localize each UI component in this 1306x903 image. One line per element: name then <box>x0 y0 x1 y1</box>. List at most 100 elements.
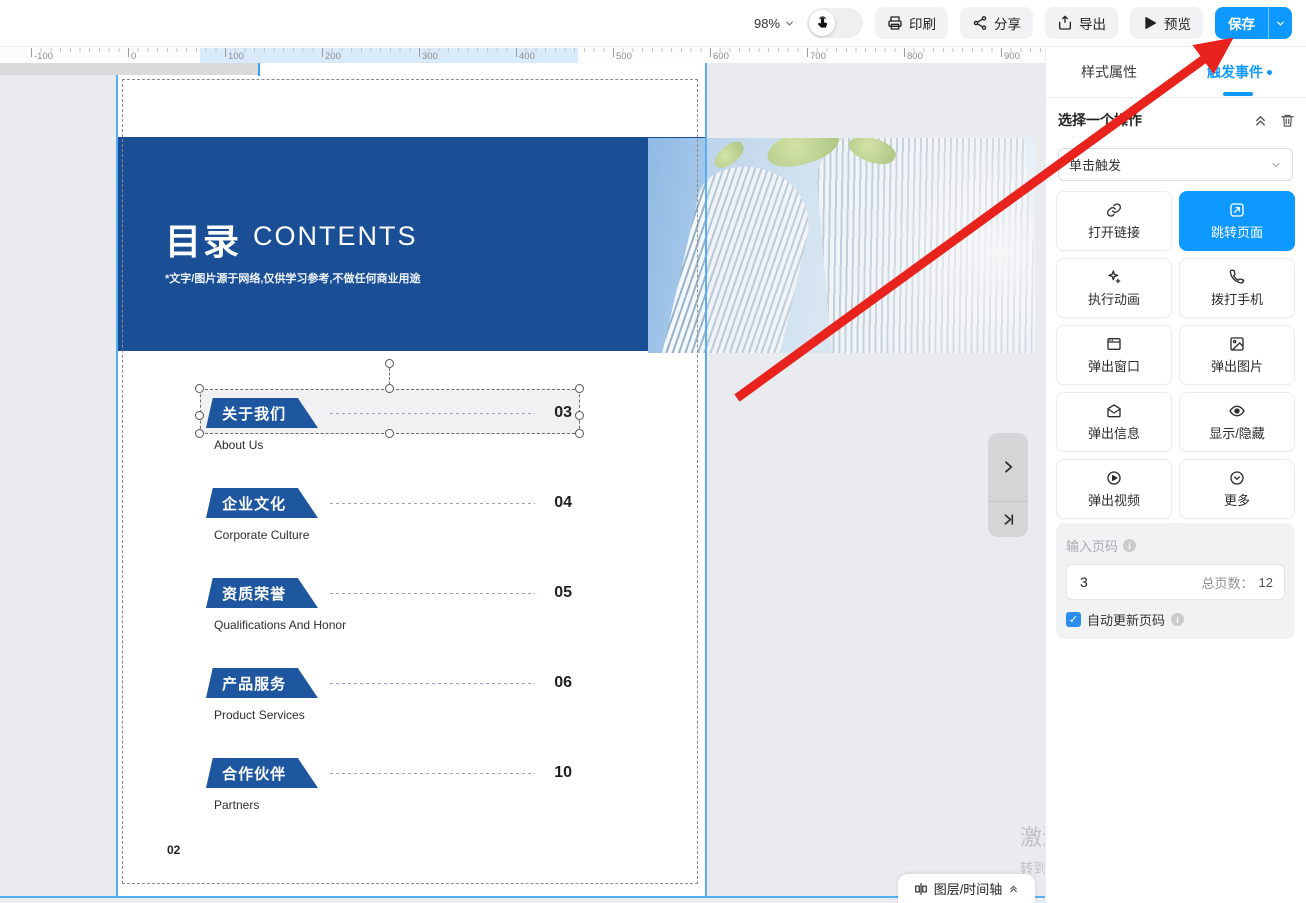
rotation-handle[interactable] <box>385 359 394 368</box>
toc-leader-line <box>330 503 535 504</box>
layers-timeline-label: 图层/时间轴 <box>934 879 1003 898</box>
toc-row[interactable]: 资质荣誉05Qualifications And Honor <box>200 578 580 623</box>
action-eye[interactable]: 显示/隐藏 <box>1179 392 1295 452</box>
horizontal-scrollbar-thumb[interactable] <box>0 63 258 75</box>
toc-leader-line <box>330 413 535 414</box>
toolbar-button-label: 分享 <box>994 13 1021 33</box>
right-panel: 样式属性 触发事件 选择一个操作 单击触发 打开链接跳转页面执行动画拨打手机弹出窗… <box>1045 48 1306 903</box>
resize-handle[interactable] <box>385 429 394 438</box>
toc-page-number: 10 <box>554 764 572 782</box>
zoom-level: 98% <box>754 16 780 31</box>
divider <box>1046 97 1306 98</box>
action-image[interactable]: 弹出图片 <box>1179 325 1295 385</box>
slide-guide-right <box>705 63 707 897</box>
sparkle-icon <box>1106 269 1122 285</box>
action-video[interactable]: 弹出视频 <box>1056 459 1172 519</box>
toc-page-number: 03 <box>554 404 572 422</box>
toolbar-button-label: 导出 <box>1079 13 1106 33</box>
action-link[interactable]: 打开链接 <box>1056 191 1172 251</box>
ruler-tick-label: 300 <box>422 51 438 62</box>
ruler-tick-label: -100 <box>34 51 53 62</box>
delete-trigger-button[interactable] <box>1280 113 1295 128</box>
ruler-major-tick <box>516 48 517 57</box>
action-phone[interactable]: 拨打手机 <box>1179 258 1295 318</box>
trash-icon <box>1280 113 1295 128</box>
export-button[interactable]: 导出 <box>1045 7 1118 39</box>
phone-icon <box>1229 269 1245 285</box>
last-page-button[interactable] <box>988 502 1028 537</box>
layers-timeline-bar[interactable]: 图层/时间轴 <box>898 874 1035 903</box>
top-toolbar: 98% 印刷 分享 导出 预览 保存 <box>0 0 1306 47</box>
ruler-major-tick <box>1001 48 1002 57</box>
page-nav-control <box>988 433 1028 537</box>
tab-trigger-events[interactable]: 触发事件 <box>1207 62 1272 82</box>
zoom-select[interactable]: 98% <box>754 16 795 31</box>
resize-handle[interactable] <box>575 411 584 420</box>
ruler-tick-label: 0 <box>131 51 136 62</box>
printer-button[interactable]: 印刷 <box>875 7 948 39</box>
more-icon <box>1229 470 1245 486</box>
action-window[interactable]: 弹出窗口 <box>1056 325 1172 385</box>
next-page-button[interactable] <box>988 433 1028 502</box>
ruler-ticks <box>31 48 1041 52</box>
auto-update-checkbox[interactable]: ✓ <box>1066 612 1081 627</box>
toc-leader-line <box>330 773 535 774</box>
ruler-tick-label: 400 <box>519 51 535 62</box>
section-title: 选择一个操作 <box>1058 110 1241 130</box>
toc-row[interactable]: 关于我们03About Us <box>200 398 580 443</box>
toc-row[interactable]: 产品服务06Product Services <box>200 668 580 713</box>
image-icon <box>1229 336 1245 352</box>
toc-flag[interactable]: 资质荣誉 <box>206 578 318 608</box>
action-jump-page[interactable]: 跳转页面 <box>1179 191 1295 251</box>
export-icon <box>1057 15 1073 31</box>
toolbar-button-label: 预览 <box>1164 13 1191 33</box>
action-label: 弹出窗口 <box>1088 356 1140 375</box>
pointer-mode-toggle[interactable] <box>807 8 863 38</box>
page-input-label: 输入页码 <box>1066 536 1118 555</box>
horizontal-ruler: -1000100200300400500600700800900 <box>0 48 1045 63</box>
page-number-field: 总页数： 12 <box>1066 564 1285 600</box>
resize-handle[interactable] <box>575 384 584 393</box>
resize-handle[interactable] <box>575 429 584 438</box>
ruler-major-tick <box>807 48 808 57</box>
tab-label: 样式属性 <box>1081 62 1137 82</box>
play-button[interactable]: 预览 <box>1130 7 1203 39</box>
jump-page-icon <box>1229 202 1245 218</box>
info-icon[interactable]: i <box>1123 539 1136 552</box>
double-chevron-up-icon <box>1008 883 1019 894</box>
toggle-knob <box>809 10 835 36</box>
chevron-bar-right-icon <box>1001 512 1016 527</box>
action-label: 弹出信息 <box>1088 423 1140 442</box>
ruler-tick-label: 200 <box>325 51 341 62</box>
resize-handle[interactable] <box>195 411 204 420</box>
ruler-tick-label: 700 <box>810 51 826 62</box>
page-number-input[interactable] <box>1078 573 1202 591</box>
action-message[interactable]: 弹出信息 <box>1056 392 1172 452</box>
action-more[interactable]: 更多 <box>1179 459 1295 519</box>
trigger-type-select[interactable]: 单击触发 <box>1058 148 1293 181</box>
tab-style-props[interactable]: 样式属性 <box>1081 62 1137 82</box>
resize-handle[interactable] <box>195 384 204 393</box>
eye-icon <box>1229 403 1245 419</box>
resize-handle[interactable] <box>195 429 204 438</box>
collapse-section-button[interactable] <box>1253 113 1268 128</box>
share-button[interactable]: 分享 <box>960 7 1033 39</box>
action-sparkle[interactable]: 执行动画 <box>1056 258 1172 318</box>
chevron-down-icon <box>1270 159 1282 171</box>
editor-canvas[interactable]: 目录 CONTENTS *文字/图片源于网络,仅供学习参考,不做任何商业用途 关… <box>0 63 1045 903</box>
save-button[interactable]: 保存 <box>1215 7 1268 39</box>
double-chevron-up-icon <box>1253 113 1268 128</box>
ruler-major-tick <box>613 48 614 57</box>
toc-flag[interactable]: 企业文化 <box>206 488 318 518</box>
toc-flag[interactable]: 产品服务 <box>206 668 318 698</box>
resize-handle[interactable] <box>385 384 394 393</box>
info-icon[interactable]: i <box>1171 613 1184 626</box>
page-number-card: 输入页码 i 总页数： 12 ✓ 自动更新页码 i <box>1056 523 1295 639</box>
toc-flag[interactable]: 合作伙伴 <box>206 758 318 788</box>
chevron-right-icon <box>1000 459 1016 475</box>
toc-row[interactable]: 合作伙伴10Partners <box>200 758 580 803</box>
save-dropdown-button[interactable] <box>1268 7 1292 39</box>
toc-row[interactable]: 企业文化04Corporate Culture <box>200 488 580 533</box>
toc-subtitle: Qualifications And Honor <box>214 618 346 632</box>
ruler-major-tick <box>710 48 711 57</box>
